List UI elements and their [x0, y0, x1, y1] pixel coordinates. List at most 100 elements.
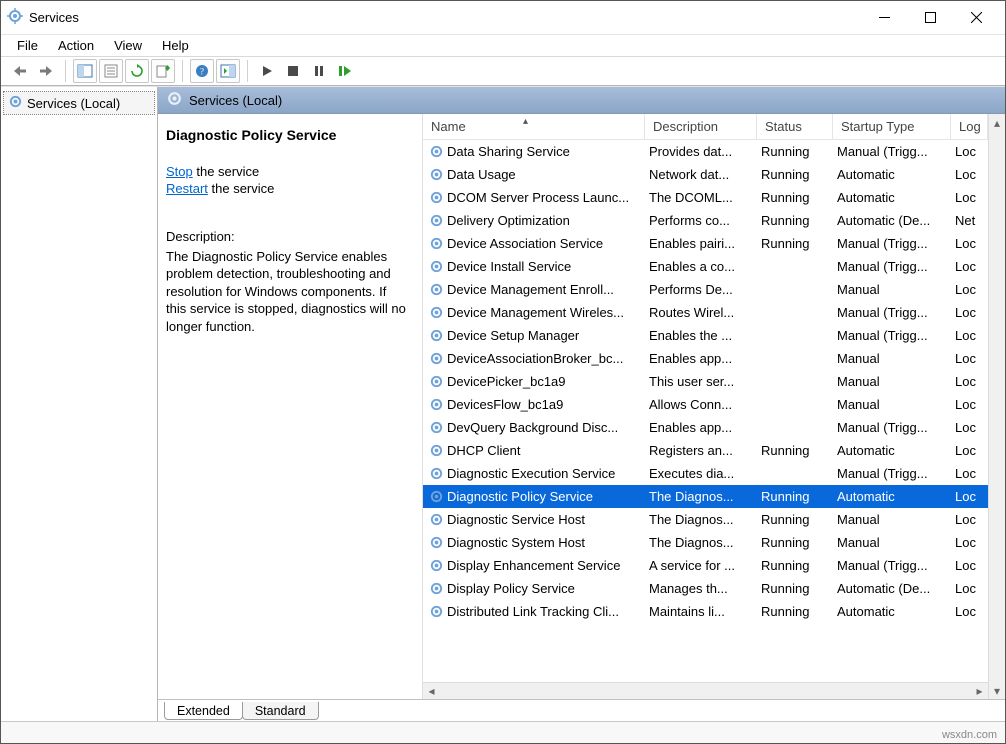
service-status: Running	[757, 512, 833, 527]
service-logon: Loc	[951, 328, 988, 343]
properties-button[interactable]	[99, 59, 123, 83]
back-button[interactable]	[8, 59, 32, 83]
service-logon: Loc	[951, 190, 988, 205]
service-row[interactable]: DHCP ClientRegisters an...RunningAutomat…	[423, 439, 988, 462]
console-tree[interactable]: Services (Local)	[1, 87, 158, 721]
menubar: File Action View Help	[1, 35, 1005, 56]
close-button[interactable]	[953, 1, 999, 34]
service-description: Enables app...	[645, 420, 757, 435]
pane-header: Services (Local)	[158, 87, 1005, 114]
service-startup: Automatic (De...	[833, 581, 951, 596]
pause-service-button[interactable]	[307, 59, 331, 83]
titlebar[interactable]: Services	[1, 1, 1005, 35]
service-startup: Manual	[833, 535, 951, 550]
client-area: Services (Local) Services (Local) Diagno…	[1, 86, 1005, 721]
column-header-status[interactable]: Status	[757, 114, 833, 139]
service-status: Running	[757, 558, 833, 573]
gear-icon	[427, 397, 445, 412]
export-list-button[interactable]	[151, 59, 175, 83]
menu-file[interactable]: File	[7, 36, 48, 55]
service-name: Diagnostic Service Host	[447, 512, 585, 527]
maximize-button[interactable]	[907, 1, 953, 34]
service-row[interactable]: Data Sharing ServiceProvides dat...Runni…	[423, 140, 988, 163]
list-header: Name▴ Description Status Startup Type Lo…	[423, 114, 988, 140]
stop-service-link[interactable]: Stop	[166, 164, 193, 179]
service-name: Device Setup Manager	[447, 328, 579, 343]
column-header-description[interactable]: Description	[645, 114, 757, 139]
forward-button[interactable]	[34, 59, 58, 83]
service-row[interactable]: Device Association ServiceEnables pairi.…	[423, 232, 988, 255]
details-pane: Services (Local) Diagnostic Policy Servi…	[158, 87, 1005, 721]
service-logon: Loc	[951, 282, 988, 297]
service-description: Enables the ...	[645, 328, 757, 343]
service-row[interactable]: DeviceAssociationBroker_bc...Enables app…	[423, 347, 988, 370]
status-bar	[1, 721, 1005, 743]
watermark: wsxdn.com	[942, 729, 997, 741]
services-window: Services File Action View Help ?	[0, 0, 1006, 744]
service-row[interactable]: Device Install ServiceEnables a co...Man…	[423, 255, 988, 278]
service-description: Performs co...	[645, 213, 757, 228]
service-row[interactable]: DCOM Server Process Launc...The DCOML...…	[423, 186, 988, 209]
service-row[interactable]: DevQuery Background Disc...Enables app..…	[423, 416, 988, 439]
vertical-scrollbar[interactable]: ▴ ▾	[988, 114, 1005, 699]
column-header-startup[interactable]: Startup Type	[833, 114, 951, 139]
service-row[interactable]: Delivery OptimizationPerforms co...Runni…	[423, 209, 988, 232]
service-description: The DCOML...	[645, 190, 757, 205]
service-name: Device Management Wireles...	[447, 305, 624, 320]
service-name: DevicePicker_bc1a9	[447, 374, 566, 389]
service-row[interactable]: Device Setup ManagerEnables the ...Manua…	[423, 324, 988, 347]
service-name: DevicesFlow_bc1a9	[447, 397, 563, 412]
scroll-down-icon[interactable]: ▾	[989, 682, 1005, 699]
menu-action[interactable]: Action	[48, 36, 104, 55]
service-name: Device Management Enroll...	[447, 282, 614, 297]
window-controls	[861, 1, 999, 34]
service-logon: Loc	[951, 167, 988, 182]
service-startup: Manual (Trigg...	[833, 420, 951, 435]
show-hide-tree-button[interactable]	[73, 59, 97, 83]
description-text: The Diagnostic Policy Service enables pr…	[166, 248, 410, 336]
service-status: Running	[757, 167, 833, 182]
restart-service-button[interactable]	[333, 59, 357, 83]
service-description: Allows Conn...	[645, 397, 757, 412]
service-row[interactable]: Device Management Wireles...Routes Wirel…	[423, 301, 988, 324]
service-logon: Loc	[951, 144, 988, 159]
service-status: Running	[757, 489, 833, 504]
scroll-up-icon[interactable]: ▴	[989, 114, 1005, 131]
scroll-right-icon[interactable]: ▸	[971, 683, 988, 700]
tab-standard[interactable]: Standard	[242, 702, 319, 720]
column-header-name[interactable]: Name▴	[423, 114, 645, 139]
menu-view[interactable]: View	[104, 36, 152, 55]
service-logon: Loc	[951, 489, 988, 504]
tree-node-services-local[interactable]: Services (Local)	[3, 91, 155, 115]
refresh-button[interactable]	[125, 59, 149, 83]
show-hide-action-pane-button[interactable]	[216, 59, 240, 83]
service-row[interactable]: Diagnostic System HostThe Diagnos...Runn…	[423, 531, 988, 554]
service-row[interactable]: Diagnostic Service HostThe Diagnos...Run…	[423, 508, 988, 531]
menu-help[interactable]: Help	[152, 36, 199, 55]
horizontal-scrollbar[interactable]: ◂ ▸	[423, 682, 988, 699]
help-button[interactable]: ?	[190, 59, 214, 83]
gear-icon	[427, 190, 445, 205]
service-row[interactable]: DevicePicker_bc1a9This user ser...Manual…	[423, 370, 988, 393]
service-description: The Diagnos...	[645, 535, 757, 550]
start-service-button[interactable]	[255, 59, 279, 83]
service-row[interactable]: Data UsageNetwork dat...RunningAutomatic…	[423, 163, 988, 186]
service-row[interactable]: Distributed Link Tracking Cli...Maintain…	[423, 600, 988, 623]
service-row[interactable]: DevicesFlow_bc1a9Allows Conn...ManualLoc	[423, 393, 988, 416]
column-header-logon[interactable]: Log	[951, 114, 988, 139]
scroll-left-icon[interactable]: ◂	[423, 683, 440, 700]
service-row[interactable]: Display Enhancement ServiceA service for…	[423, 554, 988, 577]
gear-icon	[427, 558, 445, 573]
service-status: Running	[757, 581, 833, 596]
stop-service-button[interactable]	[281, 59, 305, 83]
service-row[interactable]: Diagnostic Execution ServiceExecutes dia…	[423, 462, 988, 485]
minimize-button[interactable]	[861, 1, 907, 34]
service-row[interactable]: Device Management Enroll...Performs De..…	[423, 278, 988, 301]
service-row[interactable]: Diagnostic Policy ServiceThe Diagnos...R…	[423, 485, 988, 508]
service-startup: Automatic	[833, 167, 951, 182]
restart-service-link[interactable]: Restart	[166, 181, 208, 196]
list-body[interactable]: Data Sharing ServiceProvides dat...Runni…	[423, 140, 988, 682]
service-row[interactable]: Display Policy ServiceManages th...Runni…	[423, 577, 988, 600]
tab-extended[interactable]: Extended	[164, 702, 243, 720]
service-startup: Manual (Trigg...	[833, 236, 951, 251]
